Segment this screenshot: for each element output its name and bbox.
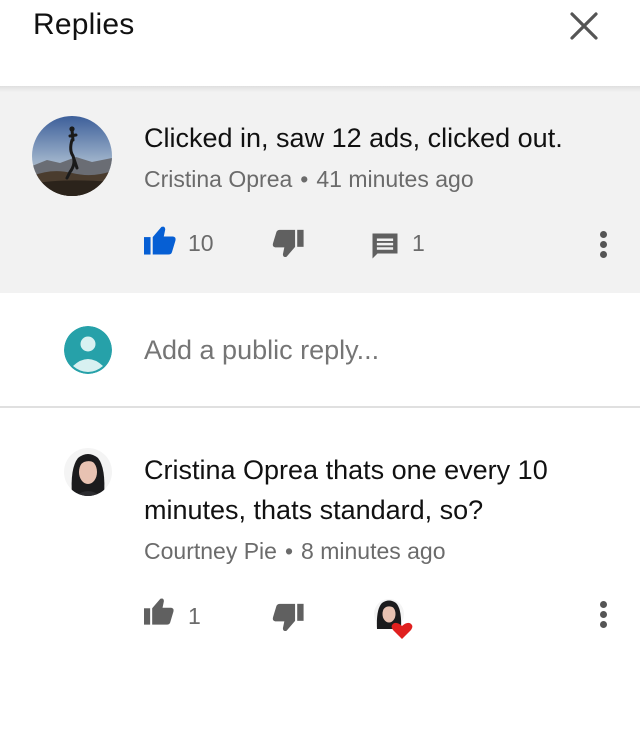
comment-text-line: Cristina Oprea thats one every 10	[144, 455, 548, 485]
avatar	[64, 326, 112, 374]
thumbs-up-icon	[144, 598, 174, 625]
comment-icon	[372, 233, 398, 259]
more-vert-icon	[600, 601, 607, 608]
close-icon	[570, 12, 598, 40]
thumbs-up-icon	[144, 226, 176, 255]
replies-header: Replies	[0, 0, 640, 86]
comment-author[interactable]: Cristina Oprea	[144, 166, 292, 192]
heart-icon	[374, 599, 413, 639]
thumbs-down-icon	[272, 603, 304, 632]
comment-text-line: minutes, thats standard, so?	[144, 495, 484, 525]
more-options-button[interactable]	[591, 226, 615, 262]
creator-heart	[372, 597, 416, 646]
more-options-button[interactable]	[591, 596, 615, 632]
comment-meta: Courtney Pie • 8 minutes ago	[144, 538, 446, 565]
dislike-button[interactable]	[271, 602, 305, 639]
default-user-icon	[64, 326, 112, 374]
like-count: 1	[188, 603, 201, 629]
dislike-button[interactable]	[271, 228, 305, 265]
comment-text: Clicked in, saw 12 ads, clicked out.	[144, 123, 563, 153]
close-button[interactable]	[566, 8, 602, 44]
avatar-photo-icon	[32, 116, 112, 196]
like-button[interactable]	[142, 596, 176, 631]
parent-comment: Clicked in, saw 12 ads, clicked out. Cri…	[0, 86, 640, 293]
page-title: Replies	[33, 8, 135, 41]
comment-author[interactable]: Courtney Pie	[144, 538, 277, 564]
avatar[interactable]	[32, 116, 112, 196]
avatar-photo-icon	[64, 448, 112, 496]
add-reply-row	[0, 293, 640, 408]
comment-time: 41 minutes ago	[316, 166, 474, 192]
comment-meta: Cristina Oprea • 41 minutes ago	[144, 166, 474, 193]
like-button[interactable]	[142, 224, 178, 261]
reply-button[interactable]	[370, 231, 400, 266]
meta-separator: •	[284, 538, 294, 564]
meta-separator: •	[300, 166, 309, 192]
more-vert-icon	[600, 231, 607, 238]
avatar[interactable]	[64, 448, 112, 496]
reply-input[interactable]	[144, 335, 594, 366]
comment-time: 8 minutes ago	[301, 538, 446, 564]
comment-text: Cristina Oprea thats one every 10 minute…	[144, 450, 548, 530]
like-count: 10	[188, 230, 214, 256]
reply-count: 1	[412, 230, 425, 256]
thumbs-down-icon	[272, 229, 304, 258]
